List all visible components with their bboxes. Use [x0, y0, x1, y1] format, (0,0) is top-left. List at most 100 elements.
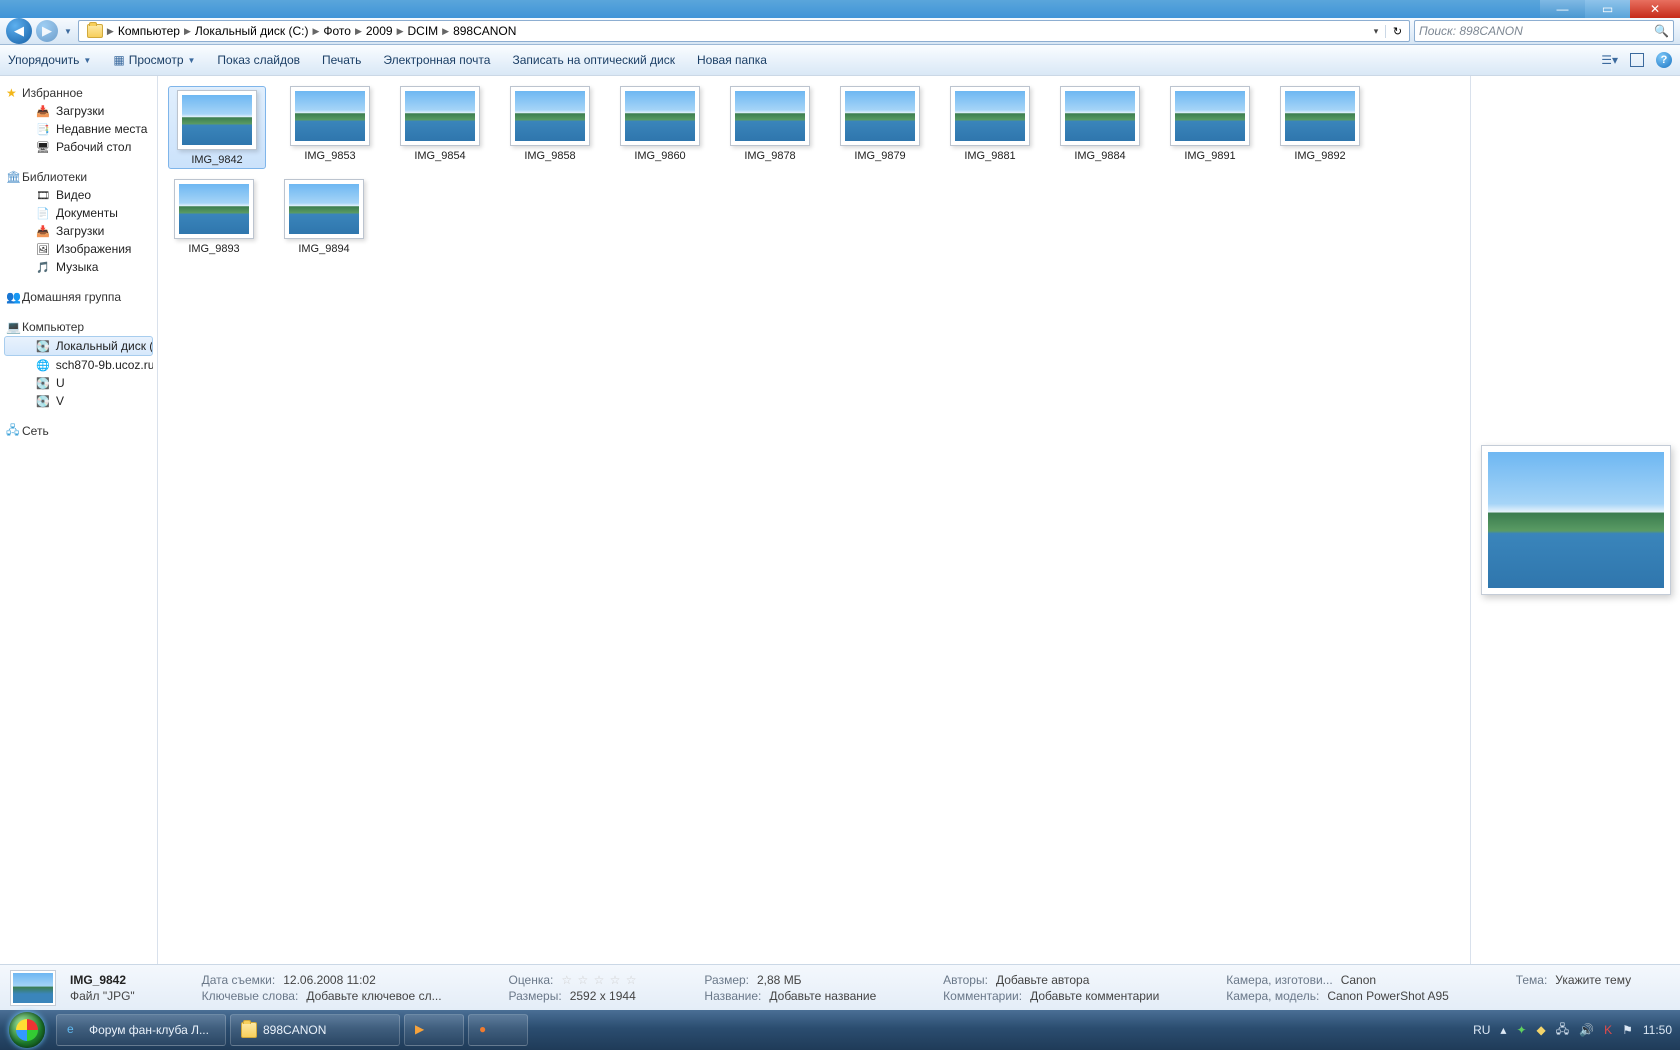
preview-button[interactable]: ▦Просмотр▼ [113, 53, 195, 67]
search-input[interactable]: Поиск: 898CANON 🔍 [1414, 20, 1674, 42]
sidebar-item-downloads2[interactable]: 📥Загрузки [4, 222, 153, 240]
sidebar-item-drive-v[interactable]: 💽V [4, 392, 153, 410]
details-dims: 2592 x 1944 [570, 989, 636, 1003]
sidebar-head-libraries[interactable]: 🏛Библиотеки [4, 168, 153, 186]
breadcrumb-segment[interactable]: Локальный диск (C:) [191, 21, 313, 41]
music-icon: 🎵 [36, 260, 50, 274]
tray-volume-icon[interactable]: 🔊 [1579, 1023, 1594, 1037]
chevron-right-icon[interactable]: ▶ [312, 26, 319, 37]
folder-icon [87, 24, 103, 38]
file-thumbnail[interactable]: IMG_9842 [168, 86, 266, 169]
sidebar-item-documents[interactable]: 📄Документы [4, 204, 153, 222]
tray-icon[interactable]: K [1604, 1023, 1612, 1037]
sidebar-item-desktop[interactable]: 🖥Рабочий стол [4, 138, 153, 156]
file-grid[interactable]: IMG_9842 IMG_9853IMG_9854IMG_9858IMG_9860… [158, 76, 1470, 964]
sidebar-head-homegroup[interactable]: 👥Домашняя группа [4, 288, 153, 306]
sidebar-item-network-loc[interactable]: 🌐sch870-9b.ucoz.ru [4, 356, 153, 374]
address-dropdown-icon[interactable]: ▾ [1367, 26, 1385, 37]
sidebar-item-downloads[interactable]: 📥Загрузки [4, 102, 153, 120]
tray-icon[interactable]: ✦ [1516, 1023, 1526, 1037]
nav-history-dropdown[interactable]: ▼ [62, 27, 74, 36]
details-title[interactable]: Добавьте название [769, 989, 876, 1003]
breadcrumb-bar[interactable]: ▶ Компьютер ▶ Локальный диск (C:) ▶ Фото… [78, 20, 1410, 42]
file-thumbnail[interactable]: IMG_9892 [1274, 86, 1366, 169]
refresh-button[interactable]: ↻ [1385, 25, 1409, 38]
folder-icon: 📥 [36, 104, 50, 118]
file-thumbnail[interactable]: IMG_9894 [278, 179, 370, 255]
new-folder-button[interactable]: Новая папка [697, 53, 767, 67]
file-thumbnail[interactable]: IMG_9854 [394, 86, 486, 169]
organize-button[interactable]: Упорядочить▼ [8, 53, 91, 67]
sidebar-item-localdisk[interactable]: 💽Локальный диск (C [4, 336, 153, 356]
window-maximize-button[interactable]: ▭ [1585, 0, 1630, 18]
star-icon: ★ [6, 86, 17, 100]
breadcrumb-segment[interactable]: Компьютер [114, 21, 184, 41]
sidebar-item-pictures[interactable]: 🖼Изображения [4, 240, 153, 258]
tray-icon[interactable]: ◆ [1537, 1023, 1546, 1037]
preview-pane-toggle[interactable] [1630, 53, 1644, 67]
slideshow-button[interactable]: Показ слайдов [217, 53, 300, 67]
file-thumbnail[interactable]: IMG_9878 [724, 86, 816, 169]
window-close-button[interactable]: ✕ [1630, 0, 1680, 18]
file-thumbnail[interactable]: IMG_9879 [834, 86, 926, 169]
nav-forward-button[interactable]: ▶ [36, 20, 58, 42]
file-thumbnail[interactable]: IMG_9853 [284, 86, 376, 169]
help-button[interactable]: ? [1656, 52, 1672, 68]
sidebar-head-network[interactable]: 🖧Сеть [4, 422, 153, 440]
taskbar-app-firefox[interactable]: ● [468, 1014, 528, 1046]
details-rating[interactable]: ☆ ☆ ☆ ☆ ☆ [561, 973, 637, 987]
tray-action-center-icon[interactable]: ⚑ [1622, 1023, 1633, 1037]
email-button[interactable]: Электронная почта [383, 53, 490, 67]
file-thumbnail[interactable]: IMG_9891 [1164, 86, 1256, 169]
image-frame [950, 86, 1030, 146]
chevron-right-icon[interactable]: ▶ [355, 26, 362, 37]
image-frame [510, 86, 590, 146]
network-icon: 🖧 [6, 421, 19, 442]
file-thumbnail[interactable]: IMG_9858 [504, 86, 596, 169]
file-thumbnail[interactable]: IMG_9893 [168, 179, 260, 255]
taskbar-app-explorer[interactable]: 898CANON [230, 1014, 400, 1046]
details-keywords[interactable]: Добавьте ключевое сл... [306, 989, 441, 1003]
search-placeholder: Поиск: 898CANON [1419, 24, 1523, 38]
tray-chevron-icon[interactable]: ▴ [1500, 1023, 1506, 1037]
print-button[interactable]: Печать [322, 53, 361, 67]
breadcrumb-segment[interactable]: 898CANON [449, 21, 520, 41]
breadcrumb-segment[interactable]: DCIM [403, 21, 442, 41]
chevron-right-icon[interactable]: ▶ [184, 26, 191, 37]
window-minimize-button[interactable]: — [1540, 0, 1585, 18]
view-mode-button[interactable]: ☰▾ [1601, 53, 1618, 67]
chevron-right-icon[interactable]: ▶ [397, 26, 404, 37]
drive-icon: 💽 [36, 376, 50, 390]
file-thumbnail[interactable]: IMG_9860 [614, 86, 706, 169]
breadcrumb-segment[interactable]: Фото [319, 21, 355, 41]
nav-back-button[interactable]: ◀ [6, 18, 32, 44]
taskbar-app-ie[interactable]: eФорум фан-клуба Л... [56, 1014, 226, 1046]
sidebar-item-drive-u[interactable]: 💽U [4, 374, 153, 392]
breadcrumb-segment[interactable]: 2009 [362, 21, 397, 41]
taskbar-app-wmp[interactable]: ▶ [404, 1014, 464, 1046]
details-authors[interactable]: Добавьте автора [996, 973, 1089, 987]
sidebar-item-recent[interactable]: 📑Недавние места [4, 120, 153, 138]
start-button[interactable] [0, 1010, 54, 1050]
sidebar-head-favorites[interactable]: ★Избранное [4, 84, 153, 102]
folder-icon: 📥 [36, 224, 50, 238]
ie-icon: e [67, 1022, 83, 1038]
chevron-right-icon[interactable]: ▶ [107, 26, 114, 37]
sidebar-head-computer[interactable]: 💻Компьютер [4, 318, 153, 336]
details-thumbnail [10, 970, 56, 1006]
details-subject[interactable]: Укажите тему [1555, 973, 1631, 987]
tray-network-icon[interactable]: 🖧 [1556, 1020, 1569, 1041]
details-comments[interactable]: Добавьте комментарии [1030, 989, 1159, 1003]
file-thumbnail[interactable]: IMG_9884 [1054, 86, 1146, 169]
burn-button[interactable]: Записать на оптический диск [512, 53, 675, 67]
input-language[interactable]: RU [1473, 1023, 1490, 1037]
tray-clock[interactable]: 11:50 [1643, 1023, 1672, 1037]
sidebar-item-music[interactable]: 🎵Музыка [4, 258, 153, 276]
image-frame [730, 86, 810, 146]
details-filename: IMG_9842 [70, 973, 126, 987]
file-thumbnail[interactable]: IMG_9881 [944, 86, 1036, 169]
file-name-label: IMG_9842 [191, 154, 242, 166]
details-date[interactable]: 12.06.2008 11:02 [283, 973, 376, 987]
sidebar-item-videos[interactable]: 🎞Видео [4, 186, 153, 204]
chevron-right-icon[interactable]: ▶ [442, 26, 449, 37]
